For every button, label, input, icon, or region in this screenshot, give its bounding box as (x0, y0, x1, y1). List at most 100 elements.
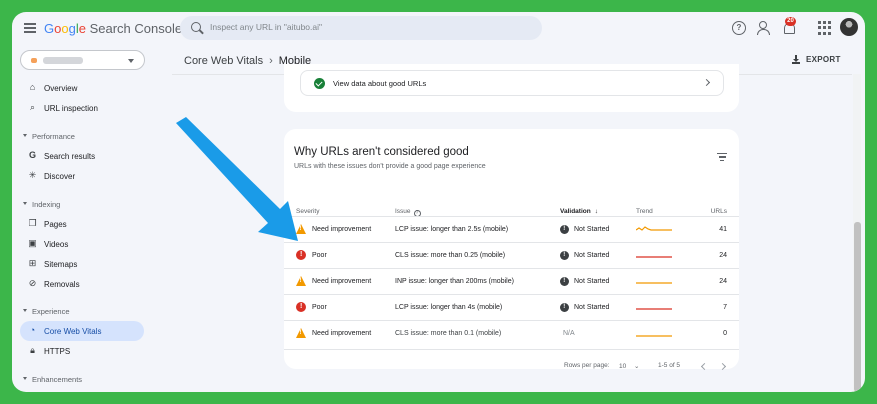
arrow-down-icon: ↓ (594, 208, 598, 215)
validation-status: N/A (563, 330, 575, 337)
sidebar-item-url-inspection[interactable]: ⌕ URL inspection (12, 98, 172, 118)
card-subtitle: URLs with these issues don't provide a g… (294, 163, 486, 170)
column-header-trend: Trend (636, 208, 653, 215)
info-alert-icon (560, 303, 569, 312)
chevron-down-icon (23, 377, 27, 380)
app-window: Google Search Console Inspect any URL in… (12, 12, 865, 392)
url-count: 24 (719, 252, 727, 259)
sidebar-item-videos[interactable]: ▣ Videos (12, 234, 172, 254)
help-icon[interactable]: ? (732, 21, 746, 35)
error-circle-icon (296, 250, 307, 260)
trend-sparkline (636, 226, 672, 231)
url-count: 7 (723, 304, 727, 311)
chevron-down-icon: ⌄ (634, 363, 640, 370)
rows-per-page-select[interactable]: 10 ⌄ (619, 362, 640, 370)
severity-label: Poor (312, 252, 327, 259)
validation-status: Not Started (574, 226, 610, 233)
sidebar-item-pages[interactable]: ❐ Pages (12, 214, 172, 234)
view-good-urls-row[interactable]: View data about good URLs (300, 70, 724, 96)
severity-label: Need improvement (312, 226, 372, 233)
severity-label: Poor (312, 304, 327, 311)
property-favicon (31, 58, 37, 63)
validation-status: Not Started (574, 304, 610, 311)
issues-card: Why URLs aren't considered good URLs wit… (284, 129, 739, 371)
gauge-icon: ◔ (29, 325, 36, 335)
url-count: 0 (723, 330, 727, 337)
warning-triangle-icon (296, 276, 307, 286)
manage-users-icon[interactable] (757, 21, 771, 35)
url-inspect-search-input[interactable]: Inspect any URL in "aitubo.ai" (180, 16, 542, 40)
trend-sparkline (636, 256, 672, 258)
breadcrumb-parent[interactable]: Core Web Vitals (184, 55, 263, 67)
table-row[interactable]: Poor LCP issue: longer than 4s (mobile) No… (284, 295, 739, 320)
export-button[interactable]: EXPORT (792, 55, 841, 64)
issue-label: CLS issue: more than 0.1 (mobile) (395, 330, 502, 337)
videos-icon: ▣ (28, 238, 37, 248)
chevron-right-icon: › (269, 55, 273, 67)
trend-sparkline (636, 308, 672, 310)
url-count: 41 (719, 226, 727, 233)
info-alert-icon (560, 251, 569, 260)
issue-label: LCP issue: longer than 2.5s (mobile) (395, 226, 509, 233)
google-apps-icon[interactable] (818, 21, 831, 35)
error-circle-icon (296, 302, 307, 312)
notification-count-badge: 20 (785, 17, 796, 26)
table-row[interactable]: Need improvement CLS issue: more than 0.1… (284, 321, 739, 346)
top-app-bar: Google Search Console Inspect any URL in… (12, 12, 865, 46)
validation-status: Not Started (574, 278, 610, 285)
pages-icon: ❐ (28, 218, 37, 228)
trend-sparkline (636, 282, 672, 284)
card-title: Why URLs aren't considered good (294, 146, 469, 158)
google-g-icon: G (28, 150, 36, 160)
info-alert-icon (560, 277, 569, 286)
next-page-icon[interactable] (718, 362, 727, 371)
check-circle-icon (314, 78, 325, 89)
scrollbar-thumb[interactable] (854, 222, 861, 392)
sidebar-item-sitemaps[interactable]: ⊞ Sitemaps (12, 254, 172, 274)
chevron-down-icon (128, 59, 134, 63)
rows-per-page-label: Rows per page: (564, 362, 610, 369)
validation-status: Not Started (574, 252, 610, 259)
severity-label: Need improvement (312, 278, 372, 285)
issue-label: CLS issue: more than 0.25 (mobile) (395, 252, 506, 259)
account-avatar[interactable] (840, 18, 858, 36)
good-urls-card: View data about good URLs (284, 64, 739, 112)
severity-label: Need improvement (312, 330, 372, 337)
trend-sparkline (636, 335, 672, 337)
sidebar-item-overview[interactable]: ⌂ Overview (12, 78, 172, 98)
sidebar-item-discover[interactable]: ✳ Discover (12, 166, 172, 186)
sidebar-item-https[interactable]: 🔒︎ HTTPS (12, 341, 172, 361)
search-placeholder: Inspect any URL in "aitubo.ai" (210, 22, 323, 32)
pagination-range: 1-5 of 5 (658, 362, 681, 369)
info-alert-icon (560, 225, 569, 234)
table-row[interactable]: Need improvement INP issue: longer than 2… (284, 269, 739, 294)
chevron-down-icon (23, 309, 27, 312)
chevron-down-icon (23, 134, 27, 137)
column-header-validation[interactable]: Validation ↓ (560, 208, 598, 215)
issue-label: LCP issue: longer than 4s (mobile) (395, 304, 503, 311)
asterisk-icon: ✳ (28, 170, 37, 180)
chevron-down-icon (23, 202, 27, 205)
url-count: 24 (719, 278, 727, 285)
column-header-urls: URLs (710, 208, 727, 215)
sidebar-item-removals[interactable]: ⊘ Removals (12, 274, 172, 294)
property-name-redacted (43, 57, 83, 64)
warning-triangle-icon (296, 328, 307, 338)
issue-label: INP issue: longer than 200ms (mobile) (395, 278, 514, 285)
table-row[interactable]: Need improvement LCP issue: longer than 2… (284, 217, 739, 242)
table-row[interactable]: Poor CLS issue: more than 0.25 (mobile) No… (284, 243, 739, 268)
filter-icon[interactable] (717, 153, 727, 161)
sidebar-item-core-web-vitals[interactable]: ◔ Core Web Vitals (20, 321, 144, 341)
search-icon: ⌕ (29, 102, 36, 112)
sidebar-item-search-results[interactable]: G Search results (12, 146, 172, 166)
home-icon: ⌂ (29, 82, 36, 92)
menu-icon[interactable] (24, 23, 36, 33)
annotation-arrow (176, 117, 298, 241)
removals-icon: ⊘ (28, 278, 37, 288)
trend-line (636, 226, 672, 231)
property-selector[interactable] (20, 50, 145, 70)
search-console-logo[interactable]: Google Search Console (44, 21, 182, 36)
search-icon (191, 22, 201, 32)
lock-icon: 🔒︎ (30, 345, 35, 355)
previous-page-icon[interactable] (700, 362, 709, 371)
